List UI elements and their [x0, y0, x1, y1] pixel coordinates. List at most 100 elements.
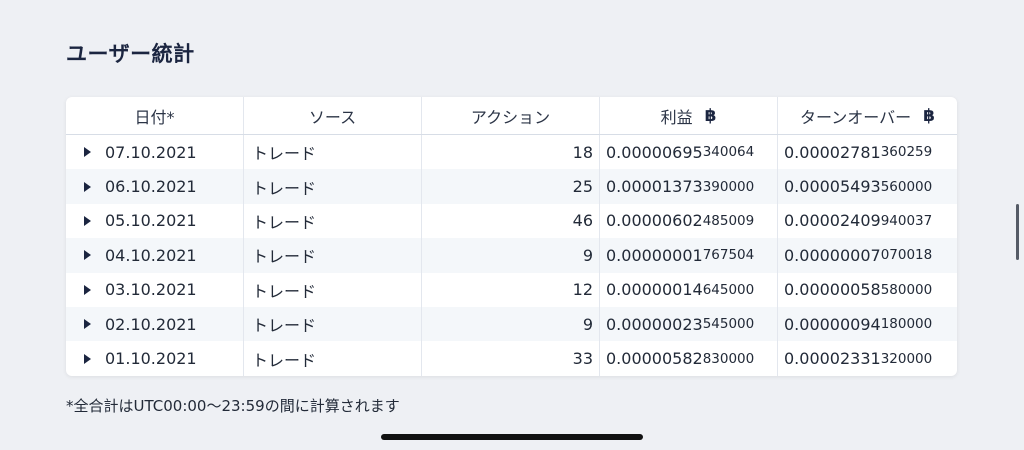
cell-date[interactable]: 07.10.2021	[66, 135, 244, 170]
cell-profit: 0.00000001 767504	[600, 238, 778, 273]
cell-profit: 0.00000023 545000	[600, 306, 778, 342]
header-profit[interactable]: 利益 ฿	[600, 97, 778, 134]
header-date[interactable]: 日付*	[66, 97, 244, 134]
profit-main: 0.00000602	[606, 211, 703, 231]
source-value: トレード	[252, 178, 317, 198]
table-body: 07.10.2021 トレード 18 0.00000695 340064 0.00…	[66, 135, 957, 376]
profit-main: 0.00000695	[606, 142, 703, 162]
expand-arrow-icon[interactable]	[84, 147, 91, 158]
turnover-tail: 320000	[880, 350, 933, 367]
turnover-main: 0.00005493	[784, 177, 881, 197]
profit-main: 0.00000001	[606, 245, 703, 265]
cell-action: 33	[422, 341, 600, 376]
turnover-tail: 180000	[880, 316, 933, 333]
date-value: 01.10.2021	[105, 349, 197, 369]
cell-date[interactable]: 02.10.2021	[66, 306, 244, 342]
action-value: 9	[582, 314, 593, 334]
header-action[interactable]: アクション	[422, 97, 600, 134]
expand-arrow-icon[interactable]	[84, 284, 91, 295]
table-header-row: 日付* ソース アクション 利益 ฿ ターンオーバー ฿	[66, 97, 957, 135]
scrollbar[interactable]	[1016, 204, 1019, 260]
action-value: 9	[582, 245, 593, 265]
cell-date[interactable]: 01.10.2021	[66, 341, 244, 376]
profit-tail: 767504	[702, 247, 755, 264]
cell-profit: 0.00000602 485009	[600, 203, 778, 239]
expand-arrow-icon[interactable]	[84, 181, 91, 192]
cell-turnover: 0.00002781 360259	[778, 135, 957, 169]
cell-profit: 0.00000014 645000	[600, 272, 778, 307]
header-date-label: 日付*	[134, 107, 175, 127]
expand-arrow-icon[interactable]	[84, 319, 91, 330]
turnover-tail: 360259	[880, 144, 933, 161]
turnover-main: 0.00002409	[784, 211, 881, 231]
profit-main: 0.00000023	[606, 314, 703, 334]
cell-source: トレード	[244, 238, 422, 273]
expand-arrow-icon[interactable]	[84, 215, 91, 226]
source-value: トレード	[252, 281, 317, 301]
home-indicator[interactable]	[381, 434, 643, 440]
table-row[interactable]: 07.10.2021 トレード 18 0.00000695 340064 0.00…	[66, 135, 957, 170]
source-value: トレード	[252, 144, 317, 164]
profit-tail: 830000	[702, 350, 755, 367]
cell-source: トレード	[244, 306, 422, 342]
profit-main: 0.00000582	[606, 349, 703, 369]
cell-action: 9	[422, 238, 600, 273]
date-value: 07.10.2021	[105, 142, 197, 162]
source-value: トレード	[252, 350, 317, 370]
cell-action: 9	[422, 306, 600, 342]
header-action-label: アクション	[470, 107, 551, 127]
cell-turnover: 0.00000094 180000	[778, 307, 957, 341]
cell-turnover: 0.00002409 940037	[778, 204, 957, 238]
cell-profit: 0.00000582 830000	[600, 341, 778, 376]
cell-action: 25	[422, 169, 600, 204]
cell-date[interactable]: 05.10.2021	[66, 203, 244, 239]
date-value: 03.10.2021	[105, 280, 197, 300]
page-title: ユーザー統計	[66, 42, 195, 66]
turnover-tail: 940037	[880, 212, 933, 229]
cell-profit: 0.00001373 390000	[600, 169, 778, 204]
baht-icon: ฿	[704, 105, 717, 126]
table-row[interactable]: 03.10.2021 トレード 12 0.00000014 645000 0.00…	[66, 272, 957, 307]
action-value: 18	[572, 142, 593, 162]
turnover-tail: 580000	[880, 281, 933, 298]
cell-turnover: 0.00002331 320000	[778, 341, 957, 375]
profit-main: 0.00001373	[606, 177, 703, 197]
cell-date[interactable]: 03.10.2021	[66, 272, 244, 307]
expand-arrow-icon[interactable]	[84, 250, 91, 261]
source-value: トレード	[252, 316, 317, 336]
profit-tail: 390000	[702, 178, 755, 195]
baht-icon: ฿	[923, 105, 935, 126]
date-value: 02.10.2021	[105, 314, 197, 334]
footnote: *全合計はUTC00:00〜23:59の間に計算されます	[66, 397, 400, 415]
profit-main: 0.00000014	[606, 280, 703, 300]
table-row[interactable]: 04.10.2021 トレード 9 0.00000001 767504 0.000…	[66, 238, 957, 273]
turnover-main: 0.00002331	[784, 349, 881, 369]
cell-source: トレード	[244, 169, 422, 204]
cell-profit: 0.00000695 340064	[600, 135, 778, 170]
table-row[interactable]: 02.10.2021 トレード 9 0.00000023 545000 0.000…	[66, 306, 957, 342]
cell-date[interactable]: 06.10.2021	[66, 169, 244, 204]
profit-tail: 545000	[702, 316, 755, 333]
cell-turnover: 0.00000058 580000	[778, 273, 957, 307]
stats-table: 日付* ソース アクション 利益 ฿ ターンオーバー ฿ 07.10.2021 …	[66, 97, 957, 376]
source-value: トレード	[252, 212, 317, 232]
turnover-main: 0.00002781	[784, 142, 881, 162]
cell-source: トレード	[244, 272, 422, 307]
date-value: 06.10.2021	[105, 177, 197, 197]
header-source[interactable]: ソース	[244, 97, 422, 134]
cell-date[interactable]: 04.10.2021	[66, 238, 244, 273]
cell-source: トレード	[244, 203, 422, 239]
table-row[interactable]: 05.10.2021 トレード 46 0.00000602 485009 0.00…	[66, 203, 957, 239]
header-turnover[interactable]: ターンオーバー ฿	[778, 97, 957, 134]
action-value: 33	[572, 349, 593, 369]
table-row[interactable]: 06.10.2021 トレード 25 0.00001373 390000 0.00…	[66, 169, 957, 204]
cell-source: トレード	[244, 341, 422, 376]
expand-arrow-icon[interactable]	[84, 353, 91, 364]
date-value: 04.10.2021	[105, 245, 197, 265]
turnover-main: 0.00000007	[784, 245, 881, 265]
cell-turnover: 0.00000007 070018	[778, 238, 957, 272]
action-value: 46	[572, 211, 593, 231]
table-row[interactable]: 01.10.2021 トレード 33 0.00000582 830000 0.00…	[66, 341, 957, 376]
source-value: トレード	[252, 247, 317, 267]
header-source-label: ソース	[308, 107, 357, 127]
